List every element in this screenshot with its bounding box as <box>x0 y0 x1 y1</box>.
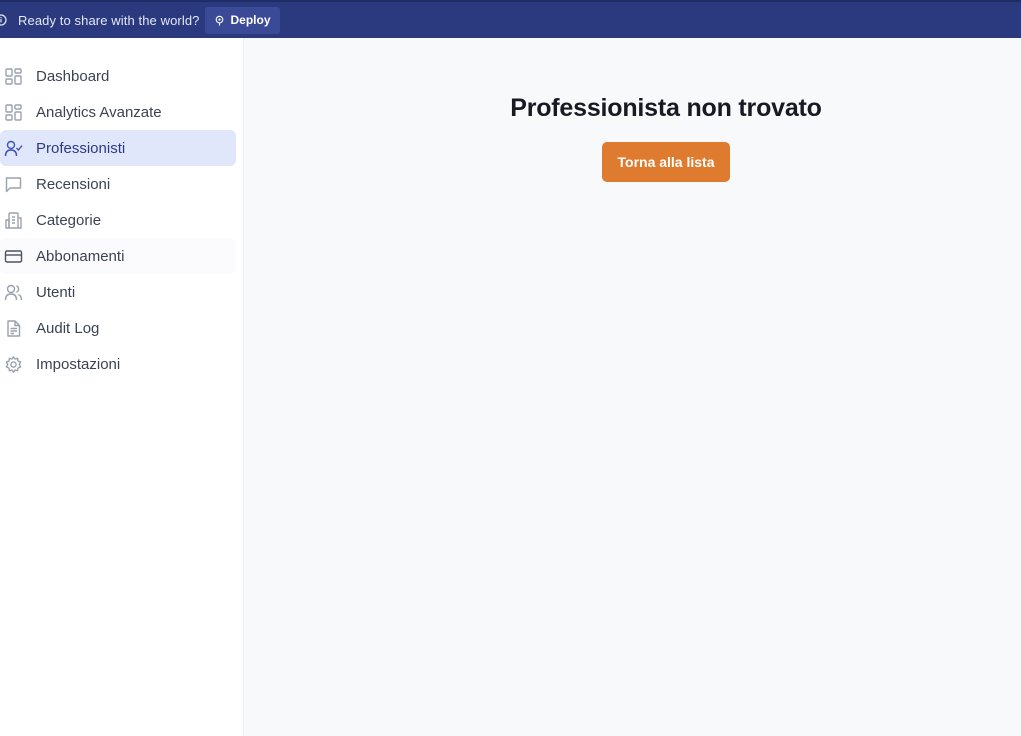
sidebar-item-label: Analytics Avanzate <box>36 104 162 121</box>
sidebar-item-categorie[interactable]: Categorie <box>0 202 236 238</box>
sidebar-item-label: Impostazioni <box>36 356 121 373</box>
sidebar-item-label: Dashboard <box>36 68 110 85</box>
deploy-button[interactable]: Deploy <box>205 6 280 34</box>
sidebar-item-label: Professionisti <box>36 140 126 157</box>
sidebar-item-label: Categorie <box>36 212 102 229</box>
users-icon <box>4 283 23 302</box>
rocket-icon <box>214 15 225 26</box>
sidebar-item-abbonamenti[interactable]: Abbonamenti <box>0 238 236 274</box>
sidebar-item-analytics-avanzate[interactable]: Analytics Avanzate <box>0 94 236 130</box>
sidebar-item-impostazioni[interactable]: Impostazioni <box>0 346 236 382</box>
sidebar-item-label: Recensioni <box>36 176 111 193</box>
deploy-banner-message: Ready to share with the world? <box>18 12 200 28</box>
sidebar: Dashboard Analytics Avanzate Professioni… <box>0 38 244 736</box>
building-icon <box>4 211 23 230</box>
file-text-icon <box>4 319 23 338</box>
sidebar-item-dashboard[interactable]: Dashboard <box>0 58 236 94</box>
settings-icon <box>4 355 23 374</box>
message-square-icon <box>4 175 23 194</box>
deploy-banner: Ready to share with the world? Deploy <box>0 0 1021 38</box>
main-content: Professionista non trovato Torna alla li… <box>244 38 1021 736</box>
sidebar-item-professionisti[interactable]: Professionisti <box>0 130 236 166</box>
sidebar-item-recensioni[interactable]: Recensioni <box>0 166 236 202</box>
info-icon <box>0 14 7 26</box>
credit-card-icon <box>4 247 23 266</box>
user-check-icon <box>4 139 23 158</box>
back-to-list-button[interactable]: Torna alla lista <box>602 142 730 182</box>
sidebar-item-label: Utenti <box>36 284 76 301</box>
deploy-button-label: Deploy <box>230 13 271 27</box>
sidebar-item-label: Audit Log <box>36 320 100 337</box>
page-title: Professionista non trovato <box>510 94 822 122</box>
sidebar-item-label: Abbonamenti <box>36 248 125 265</box>
analytics-icon <box>4 103 23 122</box>
dashboard-icon <box>4 67 23 86</box>
sidebar-item-audit-log[interactable]: Audit Log <box>0 310 236 346</box>
sidebar-item-utenti[interactable]: Utenti <box>0 274 236 310</box>
